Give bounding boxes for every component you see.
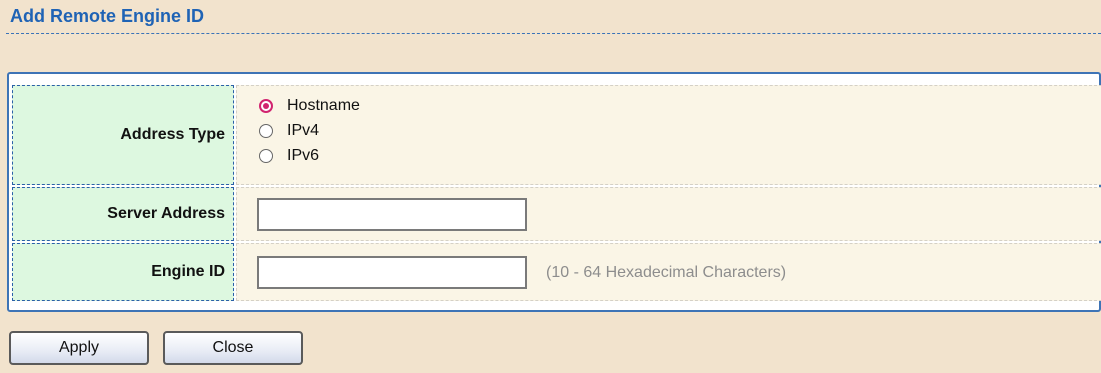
title-divider (6, 33, 1101, 34)
server-address-label: Server Address (12, 187, 234, 241)
apply-button[interactable]: Apply (9, 331, 149, 365)
engine-id-hint: (10 - 64 Hexadecimal Characters) (546, 264, 787, 281)
radio-ipv4[interactable] (259, 124, 273, 138)
radio-ipv6-label: IPv6 (287, 147, 320, 164)
radio-option-ipv4[interactable]: IPv4 (259, 121, 319, 141)
address-type-options: Hostname IPv4 IPv6 (236, 85, 1101, 185)
page-title: Add Remote Engine ID (10, 6, 205, 26)
engine-id-row: Engine ID (10 - 64 Hexadecimal Character… (12, 243, 1101, 301)
title-bar: Add Remote Engine ID (0, 0, 1101, 44)
engine-id-cell: (10 - 64 Hexadecimal Characters) (236, 243, 1101, 301)
radio-ipv6[interactable] (259, 149, 273, 163)
close-button[interactable]: Close (163, 331, 303, 365)
radio-hostname[interactable] (259, 99, 273, 113)
server-address-row: Server Address (12, 187, 1101, 241)
engine-id-label: Engine ID (12, 243, 234, 301)
address-type-label: Address Type (12, 85, 234, 185)
server-address-input[interactable] (257, 198, 527, 231)
radio-ipv4-label: IPv4 (287, 122, 320, 139)
address-type-row: Address Type Hostname IPv4 IPv6 (12, 85, 1101, 185)
engine-id-input[interactable] (257, 256, 527, 289)
server-address-cell (236, 187, 1101, 241)
radio-option-hostname[interactable]: Hostname (259, 96, 360, 116)
radio-option-ipv6[interactable]: IPv6 (259, 146, 319, 166)
radio-hostname-label: Hostname (287, 97, 360, 114)
